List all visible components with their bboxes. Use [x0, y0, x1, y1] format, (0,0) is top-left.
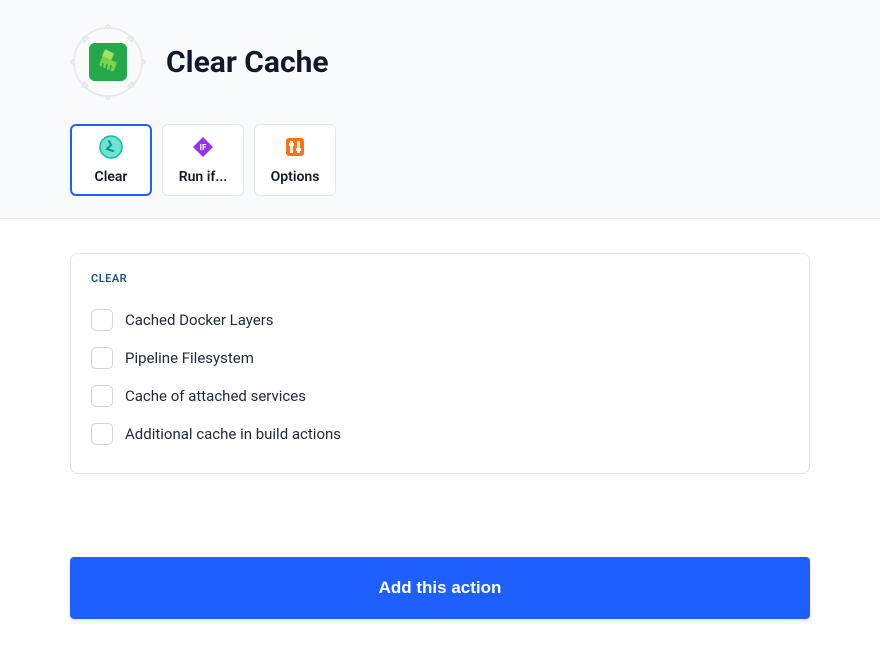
option-cached-docker-layers[interactable]: Cached Docker Layers — [91, 301, 789, 339]
option-additional-cache-build-actions[interactable]: Additional cache in build actions — [91, 415, 789, 453]
tab-label: Run if... — [179, 169, 228, 185]
option-cache-attached-services[interactable]: Cache of attached services — [91, 377, 789, 415]
checkbox[interactable] — [91, 385, 113, 407]
checkbox-label: Additional cache in build actions — [125, 425, 341, 443]
title-row: Clear Cache — [70, 24, 810, 100]
checkbox[interactable] — [91, 347, 113, 369]
option-pipeline-filesystem[interactable]: Pipeline Filesystem — [91, 339, 789, 377]
checkbox-label: Cached Docker Layers — [125, 311, 274, 329]
footer-region: Add this action — [0, 557, 880, 649]
tab-label: Options — [271, 169, 320, 185]
clear-cache-icon — [89, 43, 127, 81]
tabs-row: Clear IF Run if... Options — [70, 124, 810, 218]
checkbox[interactable] — [91, 309, 113, 331]
options-tab-icon — [283, 135, 307, 159]
tab-run-if[interactable]: IF Run if... — [162, 124, 244, 196]
checkbox[interactable] — [91, 423, 113, 445]
checkbox-label: Cache of attached services — [125, 387, 306, 405]
section-label: CLEAR — [91, 272, 789, 285]
header-region: Clear Cache Clear IF Run if... — [0, 0, 880, 219]
checkbox-label: Pipeline Filesystem — [125, 349, 254, 367]
runif-tab-icon: IF — [191, 135, 215, 159]
tab-label: Clear — [95, 169, 128, 185]
svg-text:IF: IF — [200, 143, 207, 152]
clear-options-card: CLEAR Cached Docker Layers Pipeline File… — [70, 253, 810, 474]
tab-options[interactable]: Options — [254, 124, 336, 196]
clear-tab-icon — [99, 135, 123, 159]
content-region: CLEAR Cached Docker Layers Pipeline File… — [0, 219, 880, 474]
action-logo-badge — [70, 24, 146, 100]
tab-clear[interactable]: Clear — [70, 124, 152, 196]
page-title: Clear Cache — [166, 45, 329, 80]
add-this-action-button[interactable]: Add this action — [70, 557, 810, 619]
